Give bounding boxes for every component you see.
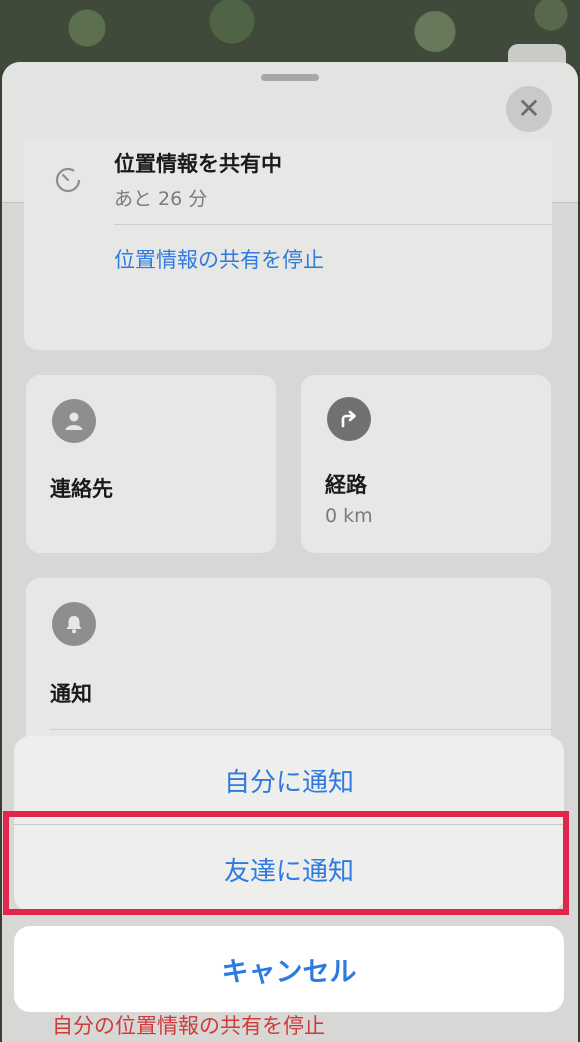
highlight-box xyxy=(3,811,569,915)
close-button[interactable]: ✕ xyxy=(506,86,552,132)
stop-my-location-link[interactable]: 自分の位置情報の共有を停止 xyxy=(52,1010,325,1040)
timer-icon xyxy=(55,167,81,193)
notify-title: 通知 xyxy=(50,682,92,706)
route-title: 経路 xyxy=(325,473,367,497)
route-distance: 0 km xyxy=(325,505,373,527)
contact-title: 連絡先 xyxy=(50,477,113,501)
cancel-button[interactable]: キャンセル xyxy=(14,926,564,1012)
sharing-remaining-time: あと 26 分 xyxy=(114,188,208,210)
contact-card[interactable]: 連絡先 xyxy=(26,375,276,553)
location-sharing-card: 位置情報を共有中 あと 26 分 位置情報の共有を停止 xyxy=(24,140,552,350)
person-icon xyxy=(52,399,96,443)
stop-sharing-link[interactable]: 位置情報の共有を停止 xyxy=(114,244,324,274)
close-icon: ✕ xyxy=(517,92,541,125)
divider xyxy=(114,224,552,225)
sharing-title: 位置情報を共有中 xyxy=(114,152,282,176)
map-background xyxy=(0,0,580,70)
divider xyxy=(50,729,551,730)
sheet-grabber[interactable] xyxy=(261,74,319,81)
route-arrow-icon xyxy=(327,397,371,441)
route-card[interactable]: 経路 0 km xyxy=(301,375,551,553)
bell-icon xyxy=(52,602,96,646)
